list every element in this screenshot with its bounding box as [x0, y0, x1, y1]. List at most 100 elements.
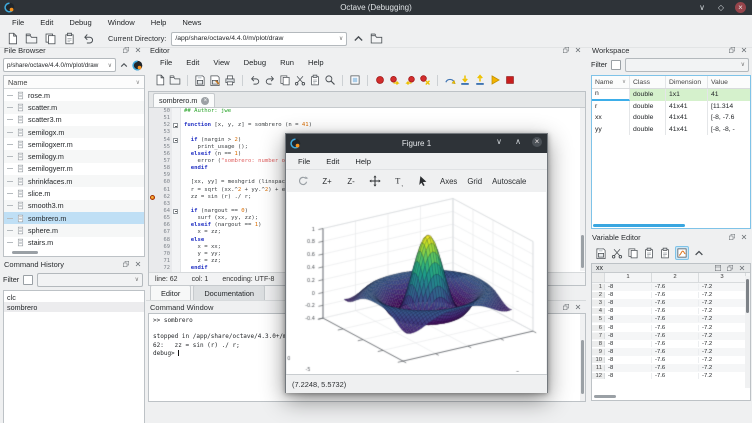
- grid-cell[interactable]: -7.6: [652, 365, 699, 371]
- figure-menu-file[interactable]: File: [290, 157, 318, 166]
- editor-bp-prev-button[interactable]: [404, 74, 416, 86]
- editor-save-button[interactable]: [194, 74, 206, 86]
- editor-find-button[interactable]: [324, 74, 336, 86]
- breakpoint-margin[interactable]: [149, 251, 156, 258]
- fold-margin[interactable]: [172, 129, 181, 136]
- fold-margin[interactable]: [172, 244, 181, 251]
- figure-pan-button[interactable]: [364, 174, 386, 189]
- float-panel-icon[interactable]: [726, 264, 734, 272]
- close-button[interactable]: ×: [735, 2, 746, 13]
- grid-cell[interactable]: -7.2: [699, 349, 746, 355]
- editor-menu-run[interactable]: Run: [273, 58, 301, 67]
- command-window-scrollbar[interactable]: [580, 314, 585, 401]
- dock-widget-icon[interactable]: [714, 264, 722, 272]
- fold-margin[interactable]: [172, 151, 181, 158]
- close-tab-icon[interactable]: ×: [201, 97, 209, 105]
- figure-titlebar[interactable]: Figure 1 ∨ ∧ ×: [286, 134, 547, 153]
- filter-combobox[interactable]: ∨: [37, 273, 143, 287]
- grid-cell[interactable]: -8: [605, 316, 652, 322]
- grid-cell[interactable]: -8: [605, 292, 652, 298]
- history-item[interactable]: sombrero: [4, 302, 144, 312]
- grid-row-header[interactable]: 9: [592, 349, 605, 355]
- history-item[interactable]: clc: [4, 292, 144, 302]
- grid-cell[interactable]: -7.6: [652, 357, 699, 363]
- grid-cell[interactable]: -7.2: [699, 365, 746, 371]
- fold-margin[interactable]: [172, 158, 181, 165]
- figure-autoscale-button[interactable]: Autoscale: [488, 174, 530, 189]
- grid-cell[interactable]: -8: [605, 284, 652, 290]
- figure-text-tool-button[interactable]: T,: [388, 174, 410, 189]
- breakpoint-margin[interactable]: [149, 179, 156, 186]
- grid-cell[interactable]: -7.2: [699, 316, 746, 322]
- grid-column-header-3[interactable]: 3: [699, 273, 746, 282]
- grid-cell[interactable]: -7.6: [652, 373, 699, 379]
- grid-column-header-1[interactable]: 1: [605, 273, 652, 282]
- editor-run-button[interactable]: [489, 74, 501, 86]
- editor-step-out-button[interactable]: [474, 74, 486, 86]
- close-panel-icon[interactable]: [740, 46, 748, 54]
- breakpoint-margin[interactable]: [149, 137, 156, 144]
- workspace-variable-yy[interactable]: yydouble41x41[-8, -8, -: [592, 124, 750, 136]
- code-line-51[interactable]: 51: [149, 115, 585, 122]
- grid-cell[interactable]: -8: [605, 300, 652, 306]
- figure-menu-help[interactable]: Help: [347, 157, 379, 166]
- main-menu-window[interactable]: Window: [100, 18, 143, 27]
- grid-row-header[interactable]: 7: [592, 333, 605, 339]
- variable-editor-paste-button[interactable]: [643, 247, 655, 259]
- editor-duplicate-button[interactable]: [279, 74, 291, 86]
- breakpoint-margin[interactable]: [149, 229, 156, 236]
- file-item-rose-m[interactable]: rose.m: [4, 89, 144, 101]
- breakpoint-margin[interactable]: [149, 265, 156, 272]
- fold-margin[interactable]: [172, 215, 181, 222]
- horizontal-scrollbar[interactable]: [593, 224, 685, 227]
- breakpoint-margin[interactable]: [149, 115, 156, 122]
- variable-editor-paste-button[interactable]: [659, 247, 671, 259]
- figure-axes-button[interactable]: Axes: [436, 174, 461, 189]
- grid-cell[interactable]: -8: [605, 373, 652, 379]
- editor-cut-button[interactable]: [294, 74, 306, 86]
- grid-row-header[interactable]: 4: [592, 308, 605, 314]
- code-line-52[interactable]: 52function [x, y, z] = sombrero (n = 41): [149, 122, 585, 129]
- editor-paste-button[interactable]: [309, 74, 321, 86]
- grid-cell[interactable]: -7.6: [652, 292, 699, 298]
- variable-editor-vertical-scrollbar[interactable]: [745, 276, 750, 388]
- grid-row-header[interactable]: 11: [592, 365, 605, 371]
- close-button[interactable]: ×: [532, 137, 542, 147]
- filter-checkbox[interactable]: [23, 275, 33, 285]
- maximize-button[interactable]: ∧: [513, 137, 523, 147]
- grid-row-header[interactable]: 3: [592, 300, 605, 306]
- float-panel-icon[interactable]: [122, 260, 130, 268]
- breakpoint-margin[interactable]: [149, 194, 156, 201]
- breakpoint-margin[interactable]: [149, 201, 156, 208]
- fold-margin[interactable]: [172, 222, 181, 229]
- breakpoint-margin[interactable]: [149, 165, 156, 172]
- variable-editor-save-button[interactable]: [595, 247, 607, 259]
- grid-cell[interactable]: -7.2: [699, 292, 746, 298]
- fold-margin[interactable]: [172, 144, 181, 151]
- breakpoint-marker-icon[interactable]: [150, 195, 155, 200]
- grid-cell[interactable]: -7.6: [652, 300, 699, 306]
- variable-editor-duplicate-button[interactable]: [627, 247, 639, 259]
- grid-cell[interactable]: -7.2: [699, 357, 746, 363]
- grid-cell[interactable]: -7.2: [699, 341, 746, 347]
- fold-margin[interactable]: [172, 179, 181, 186]
- file-item-semilogy-m[interactable]: semilogy.m: [4, 150, 144, 162]
- grid-row-header[interactable]: 8: [592, 341, 605, 347]
- minimize-button[interactable]: ∨: [494, 137, 504, 147]
- file-item-scatter3-m[interactable]: scatter3.m: [4, 114, 144, 126]
- close-panel-icon[interactable]: [134, 46, 142, 54]
- grid-cell[interactable]: -7.6: [652, 341, 699, 347]
- breakpoint-margin[interactable]: [149, 158, 156, 165]
- variable-tab-label[interactable]: xx: [596, 265, 603, 272]
- editor-menu-view[interactable]: View: [206, 58, 236, 67]
- fold-margin[interactable]: [172, 165, 181, 172]
- column-header-class[interactable]: Class: [630, 76, 666, 88]
- editor-menu-help[interactable]: Help: [301, 58, 331, 67]
- editor-save-as-button[interactable]: [209, 74, 221, 86]
- close-panel-icon[interactable]: [574, 46, 582, 54]
- breakpoint-margin[interactable]: [149, 122, 156, 129]
- close-panel-icon[interactable]: [738, 264, 746, 272]
- figure-z+-button[interactable]: Z+: [316, 174, 338, 189]
- breakpoint-margin[interactable]: [149, 108, 156, 115]
- editor-vertical-scrollbar[interactable]: [580, 108, 585, 271]
